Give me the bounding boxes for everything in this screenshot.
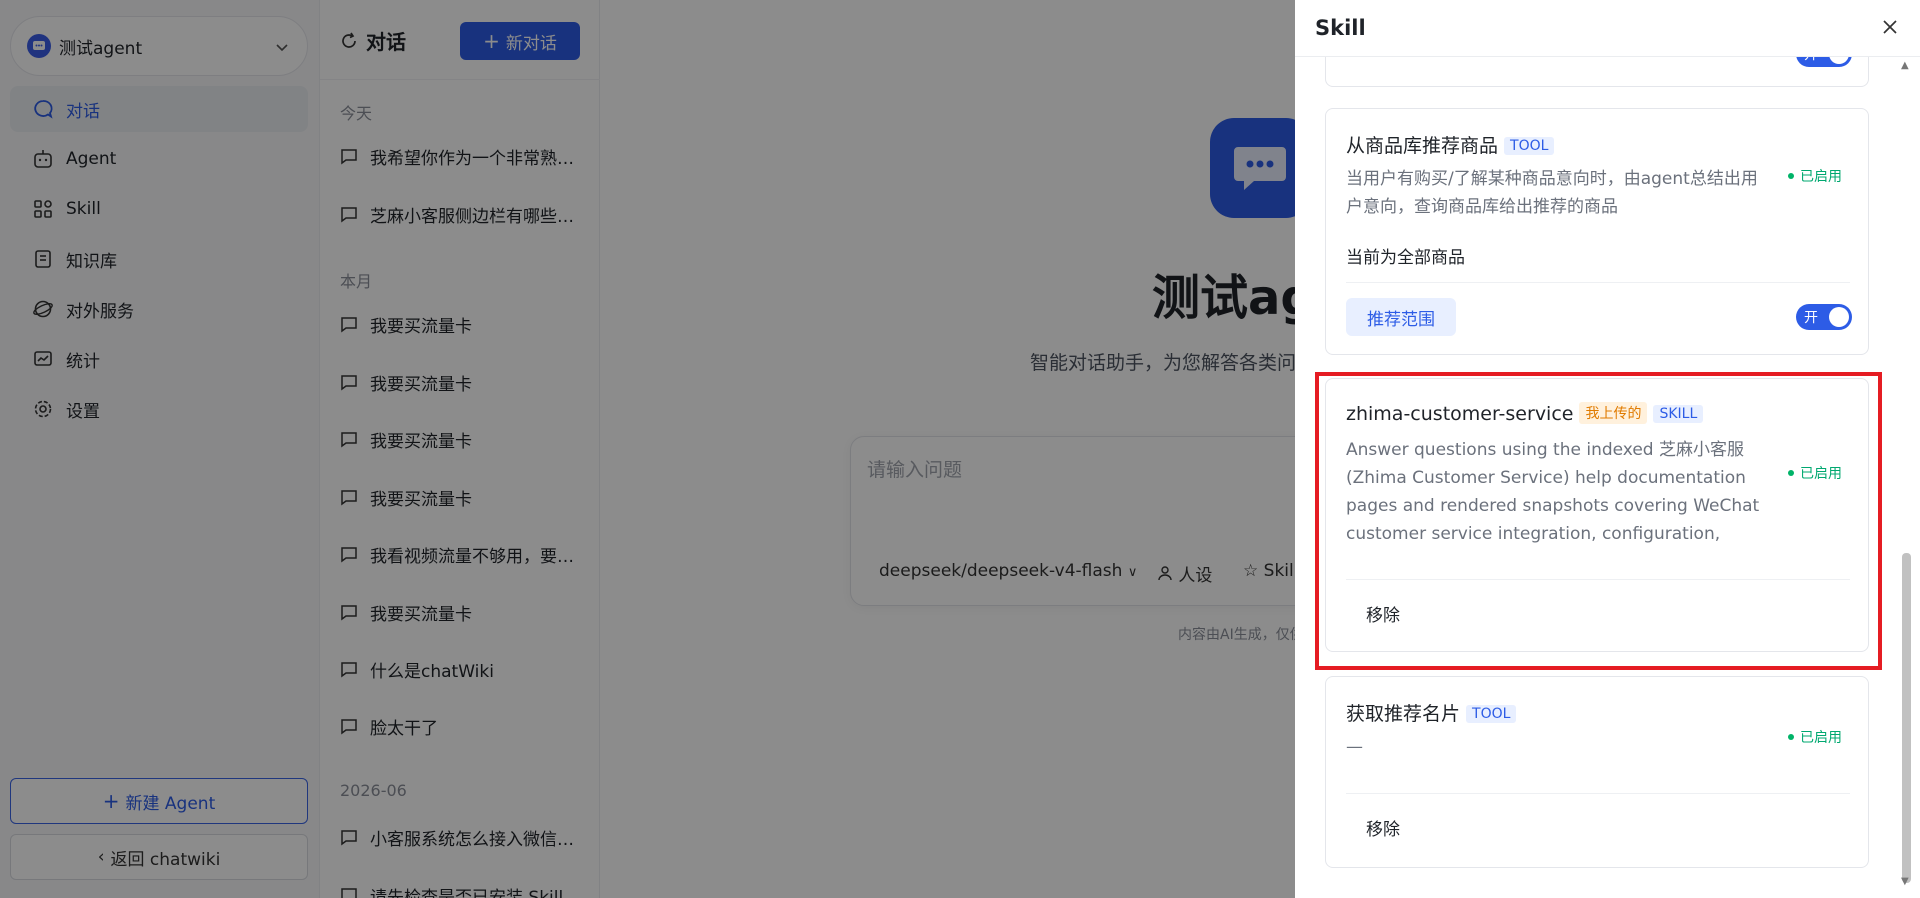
highlight-box [1315,372,1882,670]
skill-description: 当用户有购买/了解某种商品意向时，由agent总结出用户意向，查询商品库给出推荐… [1346,169,1758,217]
tool-tag: TOOL [1504,137,1555,155]
scroll-thumb[interactable] [1902,553,1911,883]
close-icon[interactable] [1879,16,1901,38]
recommend-range-button[interactable]: 推荐范围 [1346,298,1456,336]
scroll-up-icon[interactable]: ▲ [1901,60,1909,71]
skill-description: — [1346,737,1363,757]
tool-tag: TOOL [1466,705,1517,723]
remove-button[interactable]: 移除 [1366,815,1400,840]
drawer-header: Skill [1295,0,1920,57]
skill-drawer: Skill 开 从商品库推荐商品TOOL 当用户有购买/了解某种商品意向时，由a… [1295,0,1920,898]
skill-name: 从商品库推荐商品 TOOL [1346,131,1555,158]
skill-name: 获取推荐名片 TOOL [1346,699,1517,726]
skill-card: 从商品库推荐商品 TOOL 当用户有购买/了解某种商品意向时，由agent总结出用… [1325,108,1869,355]
scroll-down-icon[interactable]: ▼ [1901,876,1909,887]
modal-overlay[interactable] [0,0,1295,898]
status-badge: 已启用 [1788,727,1842,747]
drawer-title: Skill [1315,16,1366,40]
drawer-scrollbar[interactable]: ▲ ▼ [1899,58,1913,888]
scope-label: 当前为全部商品 [1346,248,1465,268]
skill-card: 获取推荐名片 TOOL — 已启用 移除 [1325,676,1869,868]
status-badge: 已启用 [1788,166,1842,186]
enable-toggle[interactable]: 开 [1796,304,1852,330]
